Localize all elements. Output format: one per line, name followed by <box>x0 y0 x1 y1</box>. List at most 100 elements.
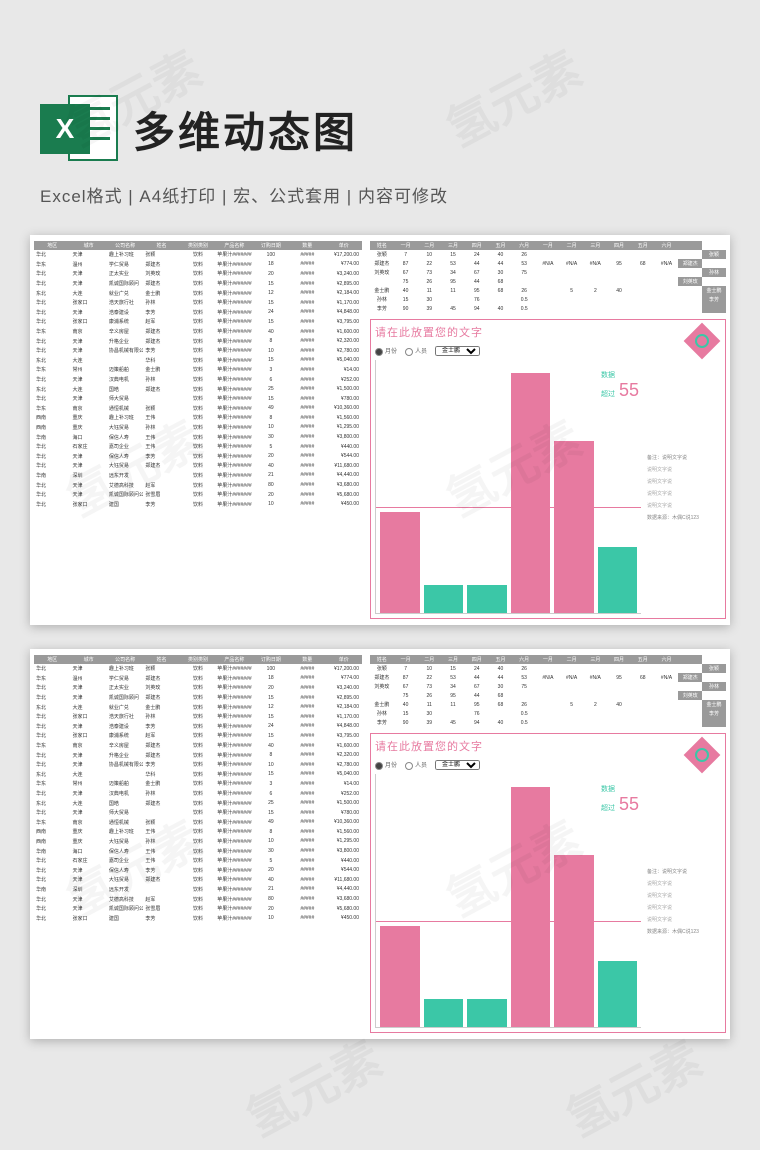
table-row: 华南海口保信人寿王伟饮料苹果汁#######30#####¥3,800.00 <box>34 432 362 442</box>
chart-title: 请在此放置您的文字 <box>375 738 721 754</box>
chart-bar <box>467 999 507 1027</box>
table-row: 华北天津大钰贸易郑建杰饮料苹果汁#######40#####¥11,680.00 <box>34 461 362 471</box>
summary-row: 金士鹏4011119568265240金士鹏 <box>370 700 726 709</box>
radio-person[interactable]: 人员 <box>405 346 427 355</box>
summary-row: 张颖71015244026张颖 <box>370 664 726 673</box>
table-header: 姓名 <box>143 241 179 250</box>
chart-controls: 月份 人员 金士鹏 <box>375 346 721 356</box>
table-row: 华东南京辛义房屋郑建杰饮料苹果汁#######40#####¥1,600.00 <box>34 741 362 751</box>
summary-table: 姓名一月二月三月四月五月六月一月二月三月四月五月六月 张颖71015244026… <box>370 655 726 727</box>
table-header: 数量 <box>289 655 325 664</box>
radio-month[interactable]: 月份 <box>375 346 397 355</box>
chart-bar <box>467 585 507 613</box>
chart-big-value: 55 <box>619 794 639 815</box>
table-row: 华北张家口康浦系统赵军饮料苹果汁#######15#####¥3,795.00 <box>34 317 362 327</box>
table-header: 单价 <box>326 241 363 250</box>
table-row: 华北天津凯诚国际顾问郑建杰饮料苹果汁#######15#####¥2,895.0… <box>34 693 362 703</box>
table-row: 东北大连国皓郑建杰饮料苹果汁#######25#####¥1,500.00 <box>34 798 362 808</box>
table-row: 华北天津师大贸易饮料苹果汁#######15#####¥780.00 <box>34 808 362 818</box>
table-row: 华北天津汉典电机孙林饮料苹果汁#######6#####¥252.00 <box>34 375 362 385</box>
table-row: 华北天津升格企业郑建杰饮料苹果汁#######8#####¥2,320.00 <box>34 750 362 760</box>
table-row: 华北天津凯诚国际顾问公司张雪眉饮料苹果汁#######20#####¥5,680… <box>34 904 362 914</box>
table-row: 东北大连就业广兑金士鹏饮料苹果汁#######12#####¥2,184.00 <box>34 288 362 298</box>
summary-row: 7526954468刘英玫 <box>370 277 726 286</box>
table-row: 华北张家口建国李芳饮料苹果汁#######10#####¥450.00 <box>34 913 362 923</box>
bar-chart: 数据 超过 55 <box>375 360 641 614</box>
table-row: 华北张家口浩天旅行社孙林饮料苹果汁#######15#####¥1,170.00 <box>34 712 362 722</box>
table-row: 华东常州迈策船舶金士鹏饮料苹果汁#######3#####¥14.00 <box>34 365 362 375</box>
data-table: 地区城市公司名称姓名类别类别产品名称订购日期数量单价 华北天津趣上补习班张颖饮料… <box>34 241 362 509</box>
watermark: 氢元素 <box>552 1020 712 1149</box>
table-row: 华北天津凯诚国际顾问郑建杰饮料苹果汁#######15#####¥2,895.0… <box>34 279 362 289</box>
summary-row: 李芳90394594400.5 <box>370 718 726 727</box>
table-row: 华东南京辛义房屋郑建杰饮料苹果汁#######40#####¥1,600.00 <box>34 327 362 337</box>
chart-callout: 数据 超过 55 <box>601 370 639 401</box>
table-row: 华北天津大钰贸易郑建杰饮料苹果汁#######40#####¥11,680.00 <box>34 875 362 885</box>
watermark: 氢元素 <box>232 1020 392 1149</box>
radio-month[interactable]: 月份 <box>375 760 397 769</box>
chart-bar <box>511 787 551 1027</box>
table-row: 东北大连国皓郑建杰饮料苹果汁#######25#####¥1,500.00 <box>34 384 362 394</box>
chart-container: 请在此放置您的文字 月份 人员 金士鹏 数据 超过 55 备注：说明文字说 说 <box>370 319 726 619</box>
table-row: 东北大连就业广兑金士鹏饮料苹果汁#######12#####¥2,184.00 <box>34 702 362 712</box>
table-row: 西南重庆大钰贸易孙林饮料苹果汁#######10#####¥1,295.00 <box>34 837 362 847</box>
data-table: 地区城市公司名称姓名类别类别产品名称订购日期数量单价 华北天津趣上补习班张颖饮料… <box>34 655 362 923</box>
page-subtitle: Excel格式 | A4纸打印 | 宏、公式套用 | 内容可修改 <box>0 182 760 225</box>
person-dropdown[interactable]: 金士鹏 <box>435 346 480 356</box>
table-header: 订购日期 <box>253 241 289 250</box>
chart-container: 请在此放置您的文字 月份 人员 金士鹏 数据 超过 55 备注：说明文字说 说 <box>370 733 726 1033</box>
table-row: 华北天津保信人寿李芳饮料苹果汁#######20#####¥544.00 <box>34 451 362 461</box>
chart-callout: 数据 超过 55 <box>601 784 639 815</box>
threshold-line <box>376 921 641 922</box>
chart-big-value: 55 <box>619 380 639 401</box>
chart-notes: 备注：说明文字说 说明文字说 说明文字说 说明文字说 说明文字说 数据来源：木偶… <box>641 360 721 614</box>
excel-icon-letter: X <box>40 104 90 154</box>
table-header: 姓名 <box>143 655 179 664</box>
table-row: 华南深圳远东开发饮料苹果汁#######21#####¥4,440.00 <box>34 471 362 481</box>
table-row: 华北天津协昌机械有限公司李芳饮料苹果汁#######10#####¥2,780.… <box>34 346 362 356</box>
table-row: 华北石家庄嘉司企业王伟饮料苹果汁#######5#####¥440.00 <box>34 442 362 452</box>
template-preview-1: 地区城市公司名称姓名类别类别产品名称订购日期数量单价 华北天津趣上补习班张颖饮料… <box>30 235 730 625</box>
table-row: 华东常州迈策船舶金士鹏饮料苹果汁#######3#####¥14.00 <box>34 779 362 789</box>
table-header: 订购日期 <box>253 655 289 664</box>
table-header: 单价 <box>326 655 363 664</box>
radio-person[interactable]: 人员 <box>405 760 427 769</box>
table-row: 华南深圳远东开发饮料苹果汁#######21#####¥4,440.00 <box>34 885 362 895</box>
table-row: 华北石家庄嘉司企业王伟饮料苹果汁#######5#####¥440.00 <box>34 856 362 866</box>
excel-icon: X <box>40 90 118 168</box>
table-row: 东北大连华科饮料苹果汁#######15#####¥5,040.00 <box>34 770 362 780</box>
chart-bar <box>511 373 551 613</box>
table-header: 地区 <box>34 655 70 664</box>
data-table-pane: 地区城市公司名称姓名类别类别产品名称订购日期数量单价 华北天津趣上补习班张颖饮料… <box>30 649 366 1039</box>
table-row: 华北天津正太实业刘英玫饮料苹果汁#######20#####¥3,240.00 <box>34 683 362 693</box>
table-row: 华东温州学仁贸易郑建杰饮料苹果汁#######18#####¥774.00 <box>34 674 362 684</box>
chart-notes: 备注：说明文字说 说明文字说 说明文字说 说明文字说 说明文字说 数据来源：木偶… <box>641 774 721 1028</box>
data-table-pane: 地区城市公司名称姓名类别类别产品名称订购日期数量单价 华北天津趣上补习班张颖饮料… <box>30 235 366 625</box>
table-row: 华北天津师大贸易饮料苹果汁#######15#####¥780.00 <box>34 394 362 404</box>
table-row: 华东温州学仁贸易郑建杰饮料苹果汁#######18#####¥774.00 <box>34 260 362 270</box>
table-row: 华北天津浩泰建设李芳饮料苹果汁#######24#####¥4,848.00 <box>34 308 362 318</box>
table-row: 华南海口保信人寿王伟饮料苹果汁#######30#####¥3,800.00 <box>34 846 362 856</box>
table-row: 华北张家口建国李芳饮料苹果汁#######10#####¥450.00 <box>34 499 362 509</box>
table-row: 华北天津艾德高科技赵军饮料苹果汁#######80#####¥3,680.00 <box>34 480 362 490</box>
person-dropdown[interactable]: 金士鹏 <box>435 760 480 770</box>
chart-bar <box>554 855 594 1027</box>
summary-row: 7526954468刘英玫 <box>370 691 726 700</box>
bar-chart: 数据 超过 55 <box>375 774 641 1028</box>
table-header: 类别类别 <box>180 241 216 250</box>
table-row: 西南重庆大钰贸易孙林饮料苹果汁#######10#####¥1,295.00 <box>34 423 362 433</box>
chart-bar <box>380 512 420 613</box>
chart-bar <box>424 585 464 613</box>
table-header: 产品名称 <box>216 241 252 250</box>
header: X 多维动态图 <box>0 0 760 182</box>
table-header: 类别类别 <box>180 655 216 664</box>
summary-and-chart-pane: 姓名一月二月三月四月五月六月一月二月三月四月五月六月 张颖71015244026… <box>366 235 730 625</box>
chart-title: 请在此放置您的文字 <box>375 324 721 340</box>
summary-row: 郑建杰872253444453#N/A#N/A#N/A9568#N/A郑建杰 <box>370 259 726 268</box>
summary-row: 金士鹏4011119568265240金士鹏 <box>370 286 726 295</box>
chart-bar <box>598 547 638 613</box>
page-title: 多维动态图 <box>133 99 358 160</box>
table-row: 华东南京通恒机械张颖饮料苹果汁#######49#####¥10,360.00 <box>34 818 362 828</box>
chart-bar <box>380 926 420 1027</box>
chart-bar <box>424 999 464 1027</box>
